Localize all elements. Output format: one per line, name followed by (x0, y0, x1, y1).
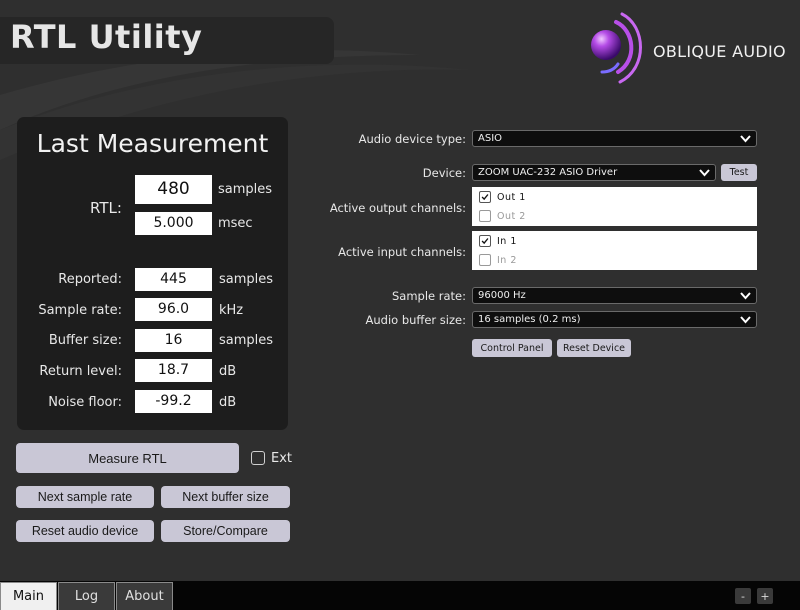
tab-about[interactable]: About (116, 582, 173, 610)
rtl-samples-field: 480 (135, 175, 212, 204)
next-buffer-size-button[interactable]: Next buffer size (161, 486, 290, 508)
buffer-size-select[interactable]: 16 samples (0.2 ms) (472, 311, 757, 328)
chevron-down-icon (699, 169, 710, 177)
output-channel-2-label: Out 2 (497, 210, 526, 222)
output-channel-1-label: Out 1 (497, 191, 526, 203)
brand-name: OBLIQUE AUDIO (653, 42, 786, 61)
oblique-audio-logo-icon (591, 12, 642, 84)
zoom-out-button[interactable]: - (735, 588, 751, 604)
buffer-size-value: 16 samples (0.2 ms) (478, 314, 581, 325)
device-sample-rate-label: Sample rate: (391, 289, 466, 303)
reported-field: 445 (135, 268, 212, 291)
audio-device-type-value: ASIO (478, 133, 503, 144)
buffer-size-field: 16 (135, 329, 212, 352)
test-button[interactable]: Test (721, 164, 757, 181)
next-sample-rate-button[interactable]: Next sample rate (16, 486, 154, 508)
rtl-samples-unit: samples (218, 182, 273, 197)
rtl-msec-unit: msec (218, 216, 253, 231)
control-panel-button[interactable]: Control Panel (472, 339, 552, 357)
active-input-channels-label: Active input channels: (338, 245, 466, 259)
ext-label: Ext (271, 451, 293, 466)
output-channel-2[interactable]: Out 2 (479, 207, 526, 225)
input-channels-list: In 1 In 2 (472, 231, 757, 270)
panel-title: Last Measurement (36, 129, 269, 158)
reported-unit: samples (219, 272, 274, 287)
checkbox-unchecked-icon (479, 254, 491, 266)
input-channel-1-label: In 1 (497, 235, 517, 247)
audio-device-type-label: Audio device type: (358, 132, 466, 146)
return-level-label: Return level: (39, 364, 122, 379)
checkbox-unchecked-icon (479, 210, 491, 222)
input-channel-1[interactable]: In 1 (479, 232, 517, 250)
rtl-label: RTL: (90, 199, 122, 217)
active-output-channels-label: Active output channels: (329, 201, 466, 215)
app-title: RTL Utility (10, 18, 203, 56)
audio-buffer-size-label: Audio buffer size: (365, 313, 467, 327)
sample-rate-value: 96000 Hz (478, 290, 526, 301)
ext-checkbox[interactable] (251, 451, 265, 465)
buffer-size-unit: samples (219, 333, 274, 348)
input-channel-2-label: In 2 (497, 254, 517, 266)
checkbox-checked-icon (479, 235, 491, 247)
device-value: ZOOM UAC-232 ASIO Driver (478, 167, 618, 178)
noise-floor-unit: dB (219, 395, 237, 410)
output-channels-list: Out 1 Out 2 (472, 187, 757, 226)
sample-rate-label: Sample rate: (38, 303, 122, 318)
audio-device-type-select[interactable]: ASIO (472, 130, 757, 147)
reported-label: Reported: (58, 272, 122, 287)
sample-rate-unit: kHz (219, 303, 244, 318)
device-label: Device: (422, 166, 466, 180)
buffer-size-label: Buffer size: (48, 333, 122, 348)
input-channel-2[interactable]: In 2 (479, 251, 517, 269)
output-channel-1[interactable]: Out 1 (479, 188, 526, 206)
sample-rate-field: 96.0 (135, 298, 212, 321)
measure-rtl-button[interactable]: Measure RTL (16, 443, 239, 473)
return-level-unit: dB (219, 364, 237, 379)
rtl-msec-field: 5.000 (135, 212, 212, 235)
chevron-down-icon (740, 292, 751, 300)
noise-floor-label: Noise floor: (48, 395, 122, 410)
tab-main[interactable]: Main (0, 582, 57, 610)
chevron-down-icon (740, 135, 751, 143)
sample-rate-select[interactable]: 96000 Hz (472, 287, 757, 304)
store-compare-button[interactable]: Store/Compare (161, 520, 290, 542)
device-select[interactable]: ZOOM UAC-232 ASIO Driver (472, 164, 716, 181)
checkbox-checked-icon (479, 191, 491, 203)
noise-floor-field: -99.2 (135, 390, 212, 413)
chevron-down-icon (740, 316, 751, 324)
return-level-field: 18.7 (135, 359, 212, 382)
reset-audio-device-button[interactable]: Reset audio device (16, 520, 154, 542)
reset-device-button[interactable]: Reset Device (557, 339, 631, 357)
zoom-in-button[interactable]: + (757, 588, 773, 604)
tab-log[interactable]: Log (58, 582, 115, 610)
